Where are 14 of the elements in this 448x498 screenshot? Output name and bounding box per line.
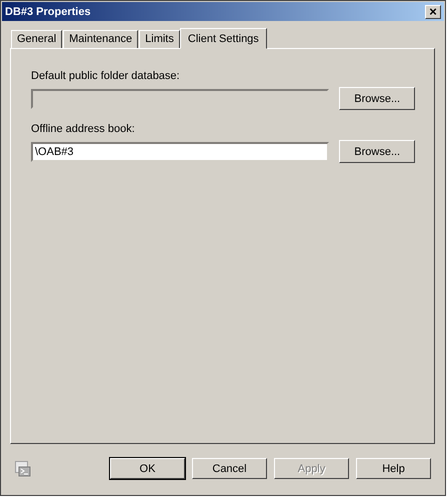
window-title: DB#3 Properties [5,6,91,18]
console-icon[interactable] [15,460,31,476]
close-button[interactable]: × [425,4,441,18]
tab[interactable]: Maintenance [63,30,138,48]
field-label: Offline address book: [31,123,136,137]
tab[interactable]: Client Settings [180,28,267,49]
dialog-button[interactable]: OK [110,458,185,479]
tab[interactable]: General [11,30,62,48]
browse-button[interactable]: Browse... [339,140,415,163]
field-label: Default public folder database: [31,70,181,84]
input-field[interactable]: \OAB#3 [31,142,330,162]
dialog-button[interactable]: Help [356,458,431,479]
dialog-button[interactable]: Cancel [192,458,267,479]
tab[interactable]: Limits [139,30,180,48]
